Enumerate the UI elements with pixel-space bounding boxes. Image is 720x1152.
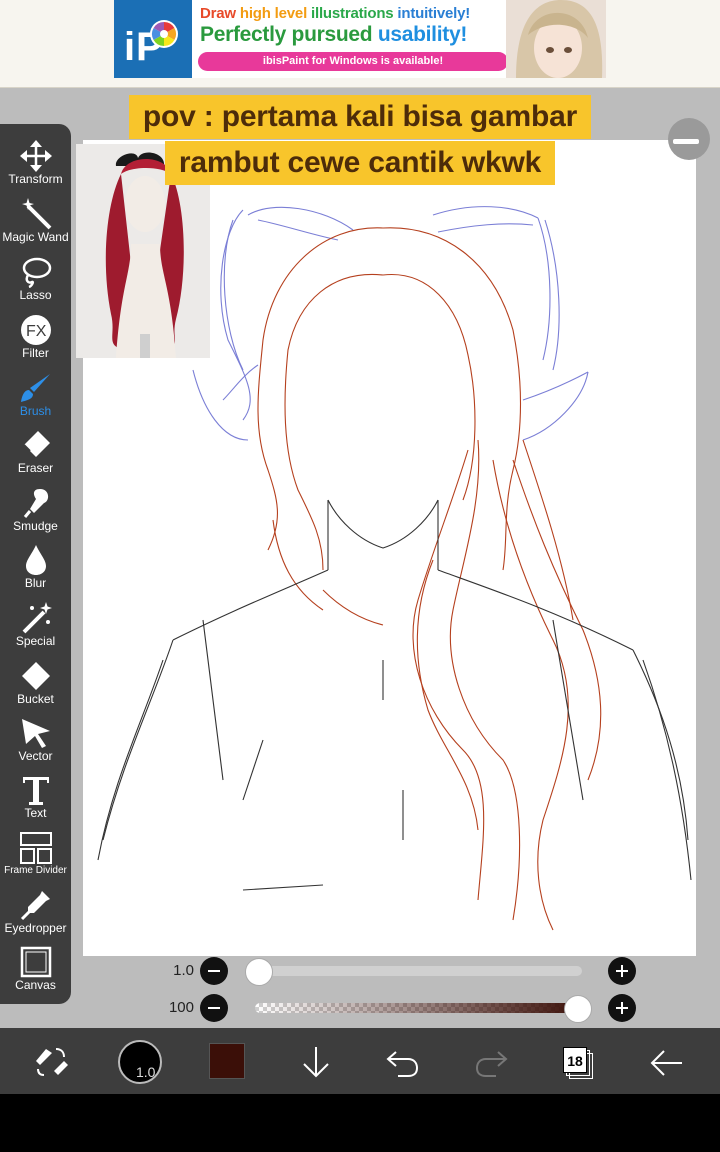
system-nav-area bbox=[0, 1094, 720, 1152]
size-decrease-button[interactable] bbox=[200, 957, 228, 985]
tool-text[interactable]: Text bbox=[0, 770, 71, 827]
tool-smudge[interactable]: Smudge bbox=[0, 483, 71, 540]
swap-brush-eraser-icon bbox=[36, 1048, 68, 1076]
caption-line-2: rambut cewe cantik wkwk bbox=[164, 141, 556, 185]
layer-count-badge: 18 bbox=[563, 1047, 587, 1073]
tool-eyedropper[interactable]: Eyedropper bbox=[0, 885, 71, 942]
caption-overlay: pov : pertama kali bisa gambar rambut ce… bbox=[0, 95, 720, 187]
size-track[interactable] bbox=[255, 966, 582, 976]
eraser-icon bbox=[22, 431, 50, 457]
tool-special[interactable]: Special bbox=[0, 598, 71, 655]
opacity-slider-thumb[interactable] bbox=[564, 995, 592, 1023]
undo-icon bbox=[386, 1051, 419, 1077]
svg-text:i: i bbox=[124, 25, 135, 69]
cursor-icon bbox=[21, 719, 50, 748]
frame-divider-icon bbox=[19, 832, 52, 864]
text-icon bbox=[22, 777, 49, 805]
tool-canvas[interactable]: Canvas bbox=[0, 942, 71, 999]
ad-banner-bar: i P Draw high level illustrations intuit… bbox=[0, 0, 720, 88]
brush-size-value: 1.0 bbox=[173, 962, 194, 979]
opacity-increase-button[interactable] bbox=[608, 994, 636, 1022]
opacity-track[interactable] bbox=[255, 1003, 582, 1013]
tool-frame-divider[interactable]: Frame Divider bbox=[0, 828, 71, 885]
tool-vector[interactable]: Vector bbox=[0, 713, 71, 770]
tool-lasso[interactable]: Lasso bbox=[0, 252, 71, 309]
ibispaint-logo-icon: i P bbox=[114, 0, 192, 78]
opacity-slider-row: 100 bbox=[160, 993, 640, 1023]
tool-brush[interactable]: Brush bbox=[0, 368, 71, 425]
special-icon bbox=[22, 602, 52, 634]
bottom-toolbar: 1.0 bbox=[0, 1028, 720, 1094]
canvas-icon bbox=[20, 946, 51, 978]
lasso-icon bbox=[22, 257, 51, 288]
smudge-icon bbox=[23, 489, 48, 518]
ad-headline-2: Perfectly pursued usability! bbox=[200, 23, 468, 46]
tool-filter[interactable]: FX Filter bbox=[0, 310, 71, 367]
size-increase-button[interactable] bbox=[608, 957, 636, 985]
redo-icon bbox=[475, 1051, 508, 1077]
tool-eraser[interactable]: Eraser bbox=[0, 425, 71, 482]
color-swatch-button[interactable] bbox=[209, 1043, 245, 1079]
opacity-value: 100 bbox=[168, 999, 194, 1016]
ad-pill[interactable]: ibisPaint for Windows is available! bbox=[198, 52, 508, 71]
bucket-icon bbox=[21, 662, 50, 690]
size-slider-thumb[interactable] bbox=[245, 958, 273, 986]
arrow-left-icon bbox=[650, 1050, 682, 1076]
ad-banner[interactable]: i P Draw high level illustrations intuit… bbox=[114, 0, 606, 78]
drop-icon bbox=[25, 545, 46, 575]
brush-size-slider-row: 1.0 bbox=[160, 956, 640, 986]
ad-headline-1: Draw high level illustrations intuitivel… bbox=[200, 5, 471, 22]
move-icon bbox=[19, 140, 52, 172]
ad-character-image bbox=[506, 0, 606, 78]
brush-icon bbox=[20, 374, 50, 402]
brush-size-button[interactable]: 1.0 bbox=[118, 1040, 162, 1084]
magic-wand-icon bbox=[21, 198, 51, 230]
minimize-reference-button[interactable] bbox=[668, 118, 710, 160]
tool-transform[interactable]: Transform bbox=[0, 136, 71, 193]
tool-bucket[interactable]: Bucket bbox=[0, 656, 71, 713]
svg-text:FX: FX bbox=[26, 323, 47, 340]
tool-magic-wand[interactable]: Magic Wand bbox=[0, 194, 71, 251]
eyedropper-icon bbox=[20, 891, 50, 921]
opacity-decrease-button[interactable] bbox=[200, 994, 228, 1022]
caption-line-1: pov : pertama kali bisa gambar bbox=[128, 95, 592, 139]
arrow-down-icon bbox=[303, 1047, 329, 1078]
fx-icon: FX bbox=[20, 315, 51, 345]
tool-blur[interactable]: Blur bbox=[0, 540, 71, 597]
